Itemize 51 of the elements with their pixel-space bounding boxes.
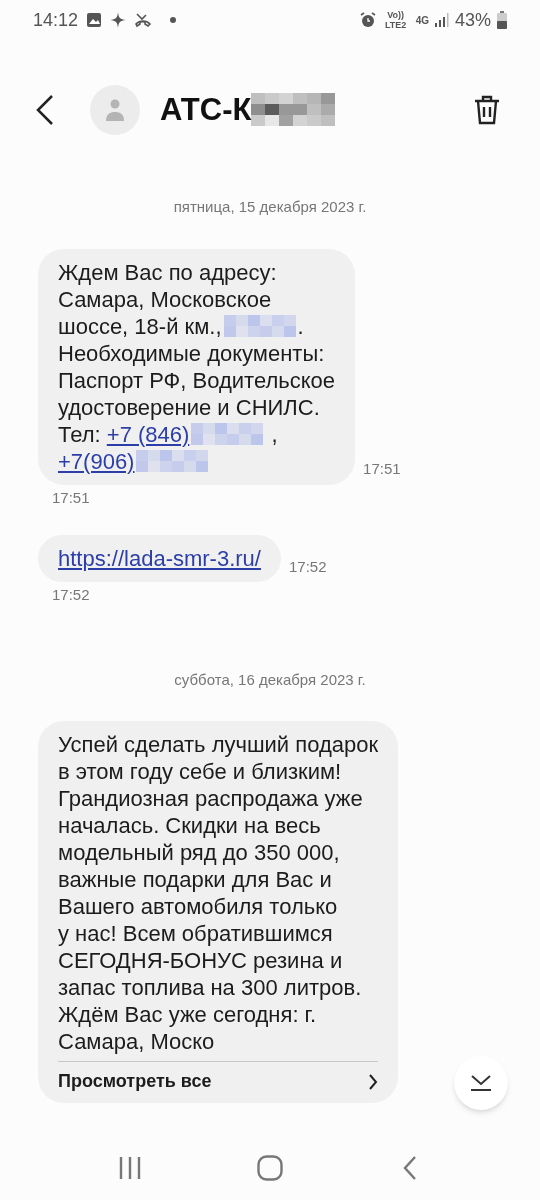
message-text: в этом году себе и близким! — [58, 758, 342, 785]
message-text: , — [270, 420, 278, 448]
message-text: удостоверение и СНИЛС. — [58, 393, 320, 421]
date-separator: суббота, 16 декабря 2023 г. — [174, 669, 366, 690]
message-text: Успей сделать лучший подарок — [58, 731, 379, 758]
chevron-right-icon — [368, 1073, 379, 1090]
back-icon — [403, 1156, 417, 1180]
message-link[interactable]: +7(906) — [58, 447, 135, 475]
view-all-link[interactable]: Просмотреть все — [58, 1068, 212, 1095]
message-text: модельный ряд до 350 000, — [58, 839, 340, 866]
message-text: Грандиозная распродажа уже — [58, 785, 363, 812]
message-text: . — [297, 312, 304, 340]
contact-name: АТС-К — [160, 90, 252, 129]
battery-icon — [497, 11, 507, 29]
home-icon — [257, 1155, 283, 1181]
message-link[interactable]: +7 (846) — [106, 420, 190, 448]
message-text: у нас! Всем обратившимся — [58, 920, 333, 947]
message-time: 17:51 — [363, 459, 401, 479]
person-icon — [106, 99, 124, 121]
message-text: началась. Скидки на весь — [58, 812, 321, 839]
message-text: Паспорт РФ, Водительское — [58, 366, 336, 394]
message-time: 17:51 — [52, 487, 90, 508]
missed-call-icon — [134, 12, 153, 28]
message-link[interactable]: https://lada-smr-3.ru/ — [58, 545, 261, 572]
image-icon — [86, 12, 103, 28]
message-text: Самара, Моско — [58, 1028, 215, 1055]
battery-percent: 43% — [454, 8, 491, 32]
message-text: Ждем Вас по адресу: — [58, 258, 277, 286]
message-text: Тел: — [58, 420, 102, 448]
dot-icon — [170, 17, 177, 23]
scroll-down-button[interactable] — [454, 1056, 508, 1110]
network-label: Vo)) LTE2 — [383, 10, 408, 30]
alarm-icon — [359, 12, 376, 28]
message-text: запас топлива на 300 литров. — [58, 974, 362, 1001]
scroll-to-bottom-icon — [470, 1075, 492, 1091]
status-time: 14:12 — [33, 8, 79, 32]
message-text: СЕГОДНЯ-БОНУС резина и — [58, 947, 343, 974]
signal-icon — [434, 13, 449, 27]
date-separator: пятница, 15 декабря 2023 г. — [173, 197, 367, 217]
message-text: Ждём Вас уже сегодня: г. — [58, 1001, 317, 1028]
message-text: Вашего автомобиля только — [58, 893, 338, 920]
message-text: Необходимые документы: — [58, 339, 325, 367]
message-text: Самара, Московское — [58, 285, 272, 313]
message-text: важные подарки для Вас и — [58, 866, 332, 893]
trash-icon — [474, 95, 500, 125]
message-text: шоссе, 18-й км., — [58, 312, 222, 340]
recents-icon — [118, 1156, 142, 1180]
back-icon — [36, 95, 54, 125]
data-label: 4G — [415, 13, 429, 28]
message-time: 17:52 — [288, 556, 327, 577]
message-time: 17:52 — [52, 585, 90, 605]
